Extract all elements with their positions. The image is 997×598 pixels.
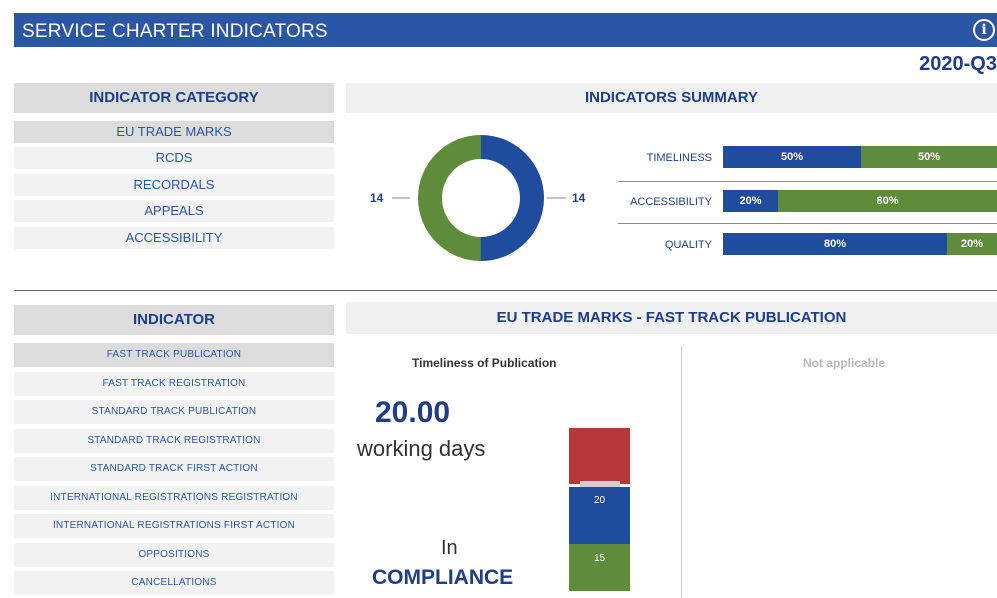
detail-header: EU TRADE MARKS - FAST TRACK PUBLICATION: [346, 302, 997, 334]
section-divider: [14, 290, 997, 291]
metric-unit: working days: [357, 436, 486, 461]
indicator-item-fast-track-registration[interactable]: FAST TRACK REGISTRATION: [14, 372, 334, 396]
summary-donut-chart: 14 14: [370, 135, 586, 261]
gauge-lower-threshold: 15: [593, 553, 606, 564]
indicator-item-standard-track-first-action[interactable]: STANDARD TRACK FIRST ACTION: [14, 457, 334, 481]
bar-timeliness-green: 50%: [861, 146, 997, 168]
bar-timeliness-blue: 50%: [723, 146, 861, 168]
indicator-item-standard-track-registration[interactable]: STANDARD TRACK REGISTRATION: [14, 429, 334, 453]
indicator-item-standard-track-publication[interactable]: STANDARD TRACK PUBLICATION: [14, 400, 334, 424]
summary-header-label: INDICATORS SUMMARY: [584, 89, 759, 106]
gauge-stack: 20 15: [569, 428, 630, 591]
status-line-in: In: [441, 537, 458, 559]
gauge-red-zone: [569, 428, 630, 484]
category-item-accessibility[interactable]: ACCESSIBILITY: [14, 227, 334, 249]
gauge-upper-threshold: 20: [593, 495, 606, 506]
metric-value: 20.00: [375, 396, 451, 429]
top-bar: SERVICE CHARTER INDICATORS i: [14, 13, 997, 47]
indicator-item-fast-track-publication[interactable]: FAST TRACK PUBLICATION: [14, 343, 334, 367]
period-label: 2020-Q3: [919, 53, 997, 75]
category-header-label: INDICATOR CATEGORY: [89, 89, 259, 106]
indicator-item-international-registrations-registration[interactable]: INTERNATIONAL REGISTRATIONS REGISTRATION: [14, 486, 334, 510]
bar-quality-green: 20%: [947, 233, 997, 255]
category-item-recordals[interactable]: RECORDALS: [14, 174, 334, 196]
bar-separator: [618, 181, 997, 182]
donut-left-value: 14: [370, 191, 384, 205]
bar-label-quality: QUALITY: [664, 239, 712, 251]
category-item-appeals[interactable]: APPEALS: [14, 200, 334, 222]
donut-right-value: 14: [572, 191, 586, 205]
detail-subtitle: Timeliness of Publication: [412, 356, 557, 370]
indicator-item-international-registrations-first-action[interactable]: INTERNATIONAL REGISTRATIONS FIRST ACTION: [14, 514, 334, 538]
bar-separator: [618, 223, 997, 224]
detail-divider: [681, 346, 682, 598]
indicator-item-cancellations[interactable]: CANCELLATIONS: [14, 571, 334, 595]
category-header: INDICATOR CATEGORY: [14, 83, 334, 113]
bar-quality-blue: 80%: [723, 233, 947, 255]
bar-label-timeliness: TIMELINESS: [646, 152, 712, 164]
indicator-header: INDICATOR: [14, 305, 334, 335]
bar-accessibility-green: 80%: [778, 190, 997, 212]
indicator-header-label: INDICATOR: [133, 311, 215, 328]
info-icon[interactable]: i: [973, 19, 995, 41]
gauge-green-zone: 15: [569, 544, 630, 591]
status-compliance: COMPLIANCE: [372, 566, 514, 589]
page-title: SERVICE CHARTER INDICATORS: [22, 21, 328, 42]
detail-header-label: EU TRADE MARKS - FAST TRACK PUBLICATION: [496, 309, 847, 326]
gauge-blue-zone: 20: [569, 487, 630, 544]
not-applicable-text: Not applicable: [803, 356, 886, 370]
category-item-eu-trade-marks[interactable]: EU TRADE MARKS: [14, 121, 334, 143]
category-item-rcds[interactable]: RCDS: [14, 147, 334, 169]
summary-header: INDICATORS SUMMARY: [346, 83, 997, 113]
indicator-item-oppositions[interactable]: OPPOSITIONS: [14, 543, 334, 567]
bar-label-accessibility: ACCESSIBILITY: [630, 196, 712, 208]
bar-accessibility-blue: 20%: [723, 190, 778, 212]
